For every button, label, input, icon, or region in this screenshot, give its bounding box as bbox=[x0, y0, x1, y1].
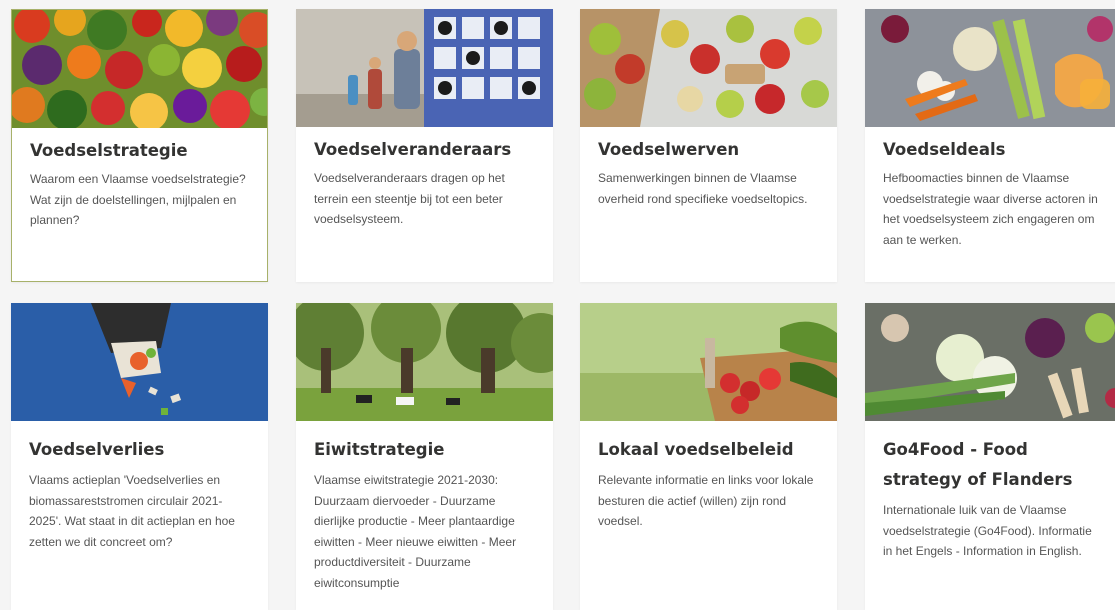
card-description: Vlaamse eiwitstrategie 2021-2030: Duurza… bbox=[314, 473, 517, 590]
card-description: Relevante informatie en links voor lokal… bbox=[598, 473, 814, 528]
card-title: Voedselveranderaars bbox=[314, 140, 512, 159]
card-description: Internationale luik van de Vlaamse voeds… bbox=[883, 503, 1092, 558]
card-voedselstrategie[interactable]: Voedselstrategie Waarom een Vlaamse voed… bbox=[11, 9, 268, 282]
card-description: Waarom een Vlaamse voedselstrategie? Wat… bbox=[30, 172, 246, 227]
card-voedselverlies[interactable]: Voedselverlies Vlaams actieplan 'Voedsel… bbox=[11, 303, 268, 610]
card-title: Voedseldeals bbox=[883, 140, 1006, 159]
card-description: Samenwerkingen binnen de Vlaamse overhei… bbox=[598, 171, 808, 206]
food-waste-paper-art-image bbox=[11, 303, 268, 421]
card-description: Hefboomacties binnen de Vlaamse voedsels… bbox=[883, 171, 1098, 247]
card-voedselveranderaars[interactable]: Voedselveranderaars Voedselveranderaars … bbox=[296, 9, 553, 282]
apples-pears-image bbox=[580, 9, 837, 127]
children-animal-wall-image bbox=[296, 9, 553, 127]
card-voedselwerven[interactable]: Voedselwerven Samenwerkingen binnen de V… bbox=[580, 9, 837, 282]
card-description: Vlaams actieplan 'Voedselverlies en biom… bbox=[29, 473, 235, 549]
card-title: Go4Food - Food strategy of Flanders bbox=[883, 440, 1073, 489]
card-eiwitstrategie[interactable]: Eiwitstrategie Vlaamse eiwitstrategie 20… bbox=[296, 303, 553, 610]
card-go4food[interactable]: Go4Food - Food strategy of Flanders Inte… bbox=[865, 303, 1115, 610]
vegetables-flatlay-image bbox=[865, 303, 1115, 421]
vegetable-basket-image bbox=[580, 303, 837, 421]
card-title: Eiwitstrategie bbox=[314, 440, 445, 459]
card-title: Voedselwerven bbox=[598, 140, 740, 159]
vegetables-grey-table-image bbox=[865, 9, 1115, 127]
card-lokaal-voedselbeleid[interactable]: Lokaal voedselbeleid Relevante informati… bbox=[580, 303, 837, 610]
vegetables-image bbox=[12, 10, 267, 128]
card-title: Voedselverlies bbox=[29, 440, 165, 459]
card-title: Voedselstrategie bbox=[30, 141, 188, 160]
card-description: Voedselveranderaars dragen op het terrei… bbox=[314, 171, 505, 226]
card-title: Lokaal voedselbeleid bbox=[598, 440, 794, 459]
cows-meadow-image bbox=[296, 303, 553, 421]
card-voedseldeals[interactable]: Voedseldeals Hefboomacties binnen de Vla… bbox=[865, 9, 1115, 282]
